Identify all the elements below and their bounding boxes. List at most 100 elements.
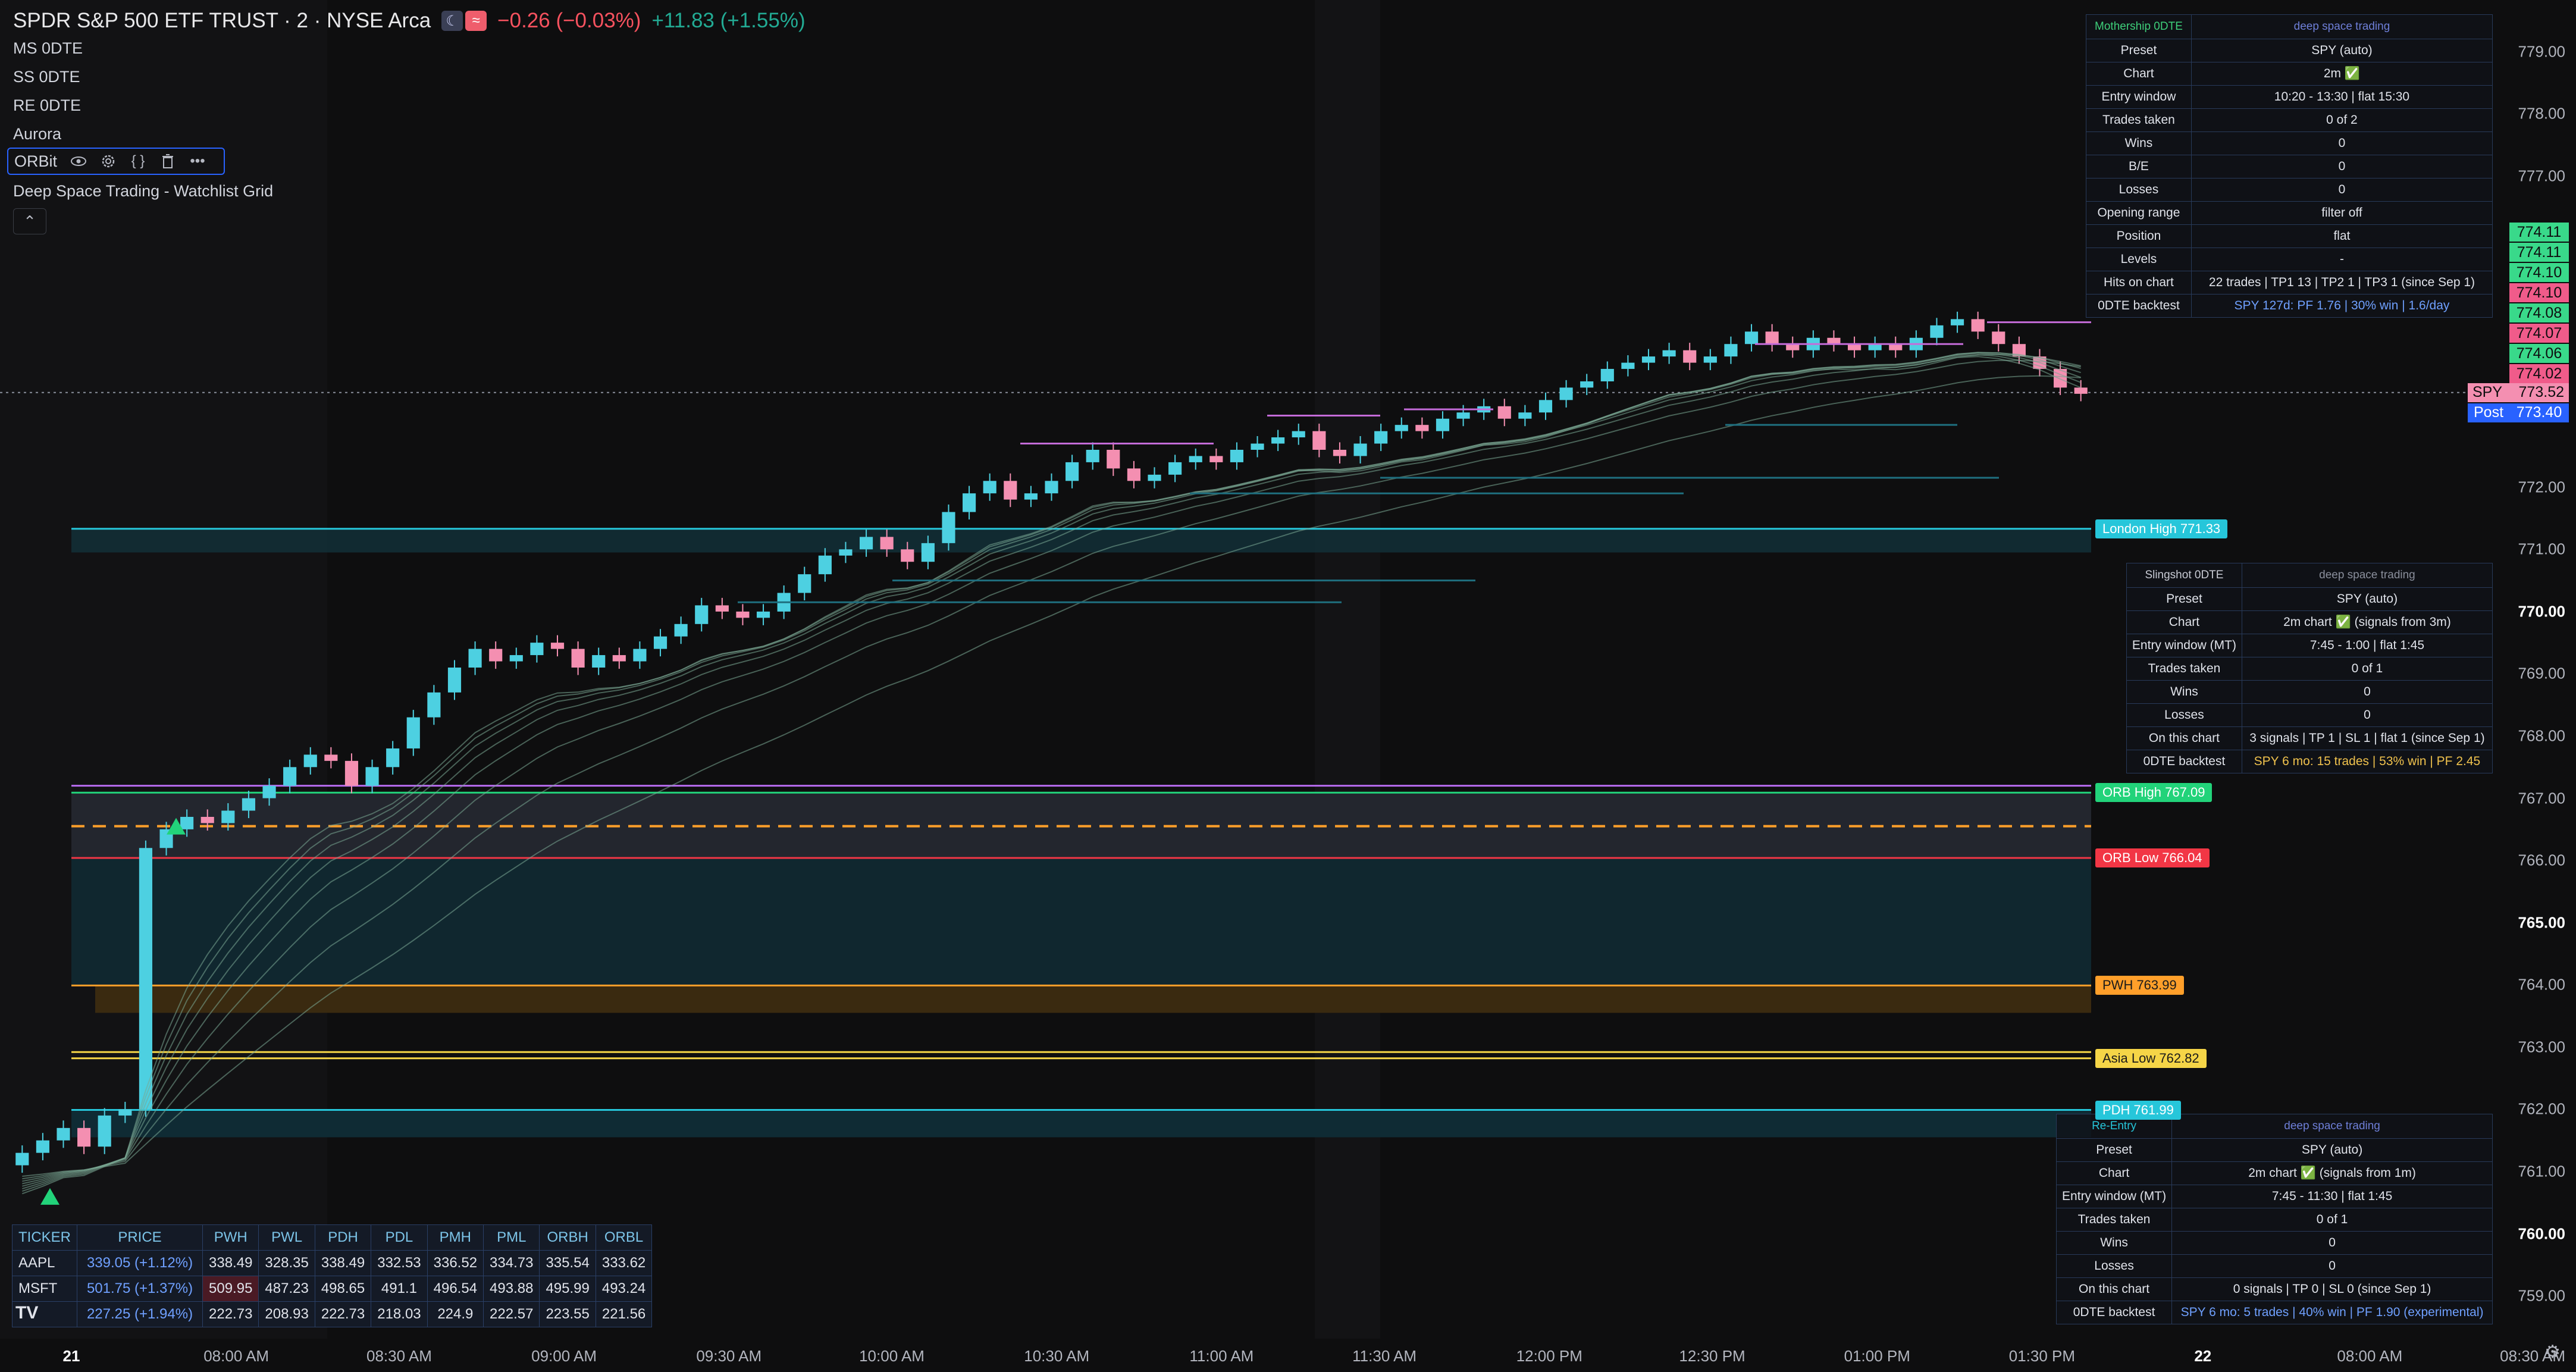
y-tick-label: 761.00	[2518, 1162, 2565, 1180]
candle	[262, 785, 276, 798]
indicator-watchlist-grid[interactable]: Deep Space Trading - Watchlist Grid	[13, 182, 273, 201]
candle	[1209, 456, 1223, 462]
panel-row: Trades taken 0 of 1	[2055, 1208, 2493, 1232]
candle	[612, 655, 626, 662]
candle	[98, 1115, 111, 1147]
candle	[1292, 431, 1305, 438]
candle	[1045, 481, 1058, 494]
trash-icon[interactable]	[159, 153, 176, 170]
candle	[1066, 462, 1079, 481]
candle	[118, 1109, 132, 1116]
candle	[921, 543, 935, 562]
candle	[1497, 406, 1511, 419]
moon-icon: ☾	[441, 11, 463, 31]
candle	[1024, 493, 1038, 500]
panel-subtitle: deep space trading	[2190, 14, 2493, 39]
candle	[303, 754, 317, 768]
candle	[1703, 356, 1717, 363]
price-tag: 774.08	[2509, 303, 2569, 322]
candle	[1765, 331, 1779, 344]
candle	[180, 816, 194, 829]
chart-header: SPDR S&P 500 ETF TRUST · 2 · NYSE Arca ☾…	[13, 6, 806, 36]
last-price-value: 773.52	[2518, 384, 2564, 401]
x-tick-label: 10:00 AM	[859, 1347, 925, 1365]
x-tick-label: 08:00 AM	[2337, 1347, 2403, 1365]
panel-row: 0DTE backtest SPY 127d: PF 1.76 | 30% win…	[2086, 294, 2493, 318]
candle	[1004, 481, 1017, 500]
panel-row: B/E 0	[2086, 155, 2493, 178]
orbit-label: ORBit	[14, 152, 58, 170]
candle	[489, 649, 503, 662]
x-tick-label: 21	[62, 1347, 80, 1365]
eye-icon[interactable]	[70, 153, 87, 170]
candle	[283, 767, 297, 786]
candle	[674, 624, 688, 637]
indicator-re-0dte[interactable]: RE 0DTE	[13, 96, 81, 115]
candle	[653, 636, 667, 649]
candle	[695, 605, 709, 624]
watchlist-row: AAPL 339.05 (+1.12%) 338.49 328.35 338.49 332…	[11, 1250, 653, 1276]
x-tick-label: 08:30 AM	[366, 1347, 432, 1365]
indicator-ss-0dte[interactable]: SS 0DTE	[13, 68, 80, 86]
panel-row: Preset SPY (auto)	[2126, 587, 2493, 611]
market-status-markers[interactable]: ☾ ≈	[441, 11, 487, 31]
last-price-tag: SPY 773.52	[2468, 383, 2569, 402]
candle	[1374, 431, 1388, 444]
candle	[1538, 400, 1553, 413]
indicator-ms-0dte[interactable]: MS 0DTE	[13, 39, 83, 58]
watchlist-row: 227.25 (+1.94%) 222.73 208.93 222.73 218.03 2…	[11, 1301, 653, 1327]
candle	[509, 655, 523, 662]
candle	[1847, 344, 1862, 350]
x-tick-label: 10:30 AM	[1024, 1347, 1090, 1365]
candle	[1312, 431, 1326, 450]
chart-settings-gear-icon[interactable]: ⚙	[2544, 1342, 2561, 1362]
candle	[1992, 331, 2005, 344]
candle	[756, 611, 770, 618]
indicator-aurora[interactable]: Aurora	[13, 125, 61, 143]
candle	[1189, 456, 1202, 462]
x-tick-label: 12:30 PM	[1679, 1347, 1745, 1365]
x-tick-label: 11:30 AM	[1352, 1347, 1417, 1365]
y-tick-label: 766.00	[2518, 851, 2565, 869]
extended-change: +11.83 (+1.55%)	[651, 9, 806, 32]
settings-icon[interactable]	[100, 153, 117, 170]
y-tick-label: 765.00	[2518, 913, 2565, 932]
panel-row: Trades taken 0 of 2	[2086, 108, 2493, 132]
wave-icon: ≈	[465, 11, 487, 31]
indicator-orbit[interactable]: ORBit { } •••	[7, 148, 225, 175]
panel-row: Losses 0	[2055, 1254, 2493, 1278]
y-tick-label: 772.00	[2518, 478, 2565, 496]
candle	[1230, 450, 1244, 462]
panel-row: Hits on chart 22 trades | TP1 13 | TP2 1 …	[2086, 271, 2493, 295]
candle	[36, 1140, 49, 1153]
y-tick-label: 769.00	[2518, 664, 2565, 682]
candle	[901, 549, 914, 562]
watchlist-row: MSFT 501.75 (+1.37%) 509.95 487.23 498.65 491…	[11, 1276, 653, 1302]
panel-row: Chart 2m chart ✅ (signals from 1m)	[2055, 1161, 2493, 1185]
candle	[427, 692, 441, 718]
post-label: Post	[2468, 403, 2509, 422]
y-tick-label: 778.00	[2518, 104, 2565, 123]
candle	[1786, 344, 1800, 350]
candle	[530, 643, 544, 656]
symbol-title[interactable]: SPDR S&P 500 ETF TRUST · 2 · NYSE Arca	[13, 9, 431, 33]
source-code-icon[interactable]: { }	[130, 153, 146, 170]
candle	[1559, 387, 1573, 400]
candle	[1827, 337, 1841, 344]
session-shade	[1315, 0, 1380, 1339]
last-price-symbol: SPY	[2472, 384, 2503, 401]
candle	[1662, 350, 1676, 357]
candle	[447, 668, 462, 693]
candle	[983, 481, 996, 494]
panel-row: Losses 0	[2126, 703, 2493, 727]
level-label: ORB Low 766.04	[2095, 848, 2210, 867]
panel-subtitle: deep space trading	[2241, 563, 2493, 588]
panel-row: Levels -	[2086, 248, 2493, 271]
price-tag: 774.10	[2509, 283, 2569, 302]
collapse-indicators-button[interactable]: ⌃	[13, 208, 46, 234]
candle	[1951, 319, 1964, 325]
tradingview-logo-icon[interactable]: TV	[13, 1303, 41, 1323]
pwh-zone	[95, 985, 2091, 1013]
candle	[818, 555, 832, 575]
more-icon[interactable]: •••	[189, 153, 206, 170]
